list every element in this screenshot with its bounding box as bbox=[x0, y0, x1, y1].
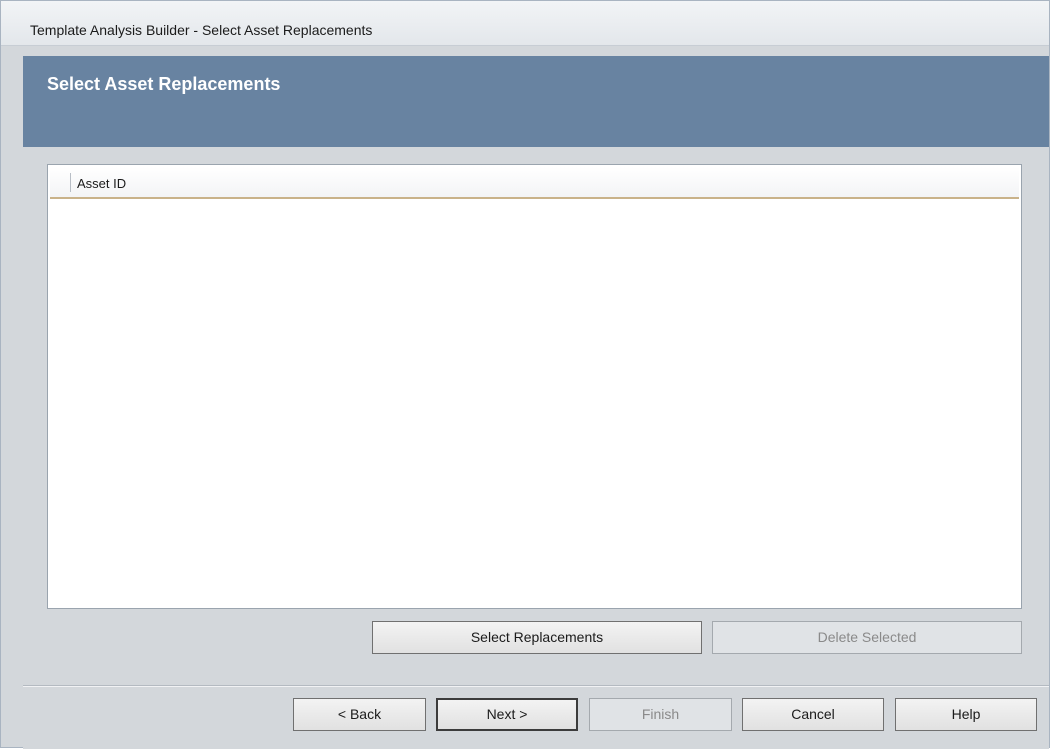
help-button[interactable]: Help bbox=[895, 698, 1037, 731]
window-title: Template Analysis Builder - Select Asset… bbox=[30, 22, 373, 38]
back-button[interactable]: < Back bbox=[293, 698, 426, 731]
wizard-window: Template Analysis Builder - Select Asset… bbox=[0, 0, 1050, 749]
title-bar: Template Analysis Builder - Select Asset… bbox=[1, 1, 1049, 46]
cancel-button[interactable]: Cancel bbox=[742, 698, 884, 731]
select-replacements-button[interactable]: Select Replacements bbox=[372, 621, 702, 654]
next-button[interactable]: Next > bbox=[436, 698, 578, 731]
page-title: Select Asset Replacements bbox=[47, 74, 281, 94]
grid-header: Asset ID bbox=[50, 167, 1019, 199]
column-divider[interactable] bbox=[70, 173, 71, 192]
content-area: Asset ID Select Replacements Delete Sele… bbox=[23, 147, 1049, 749]
delete-selected-button[interactable]: Delete Selected bbox=[712, 621, 1022, 654]
column-header-asset-id[interactable]: Asset ID bbox=[77, 176, 126, 191]
finish-button[interactable]: Finish bbox=[589, 698, 732, 731]
footer-divider-highlight bbox=[23, 686, 1049, 687]
asset-grid[interactable]: Asset ID bbox=[47, 164, 1022, 609]
wizard-header: Select Asset Replacements bbox=[23, 56, 1049, 147]
